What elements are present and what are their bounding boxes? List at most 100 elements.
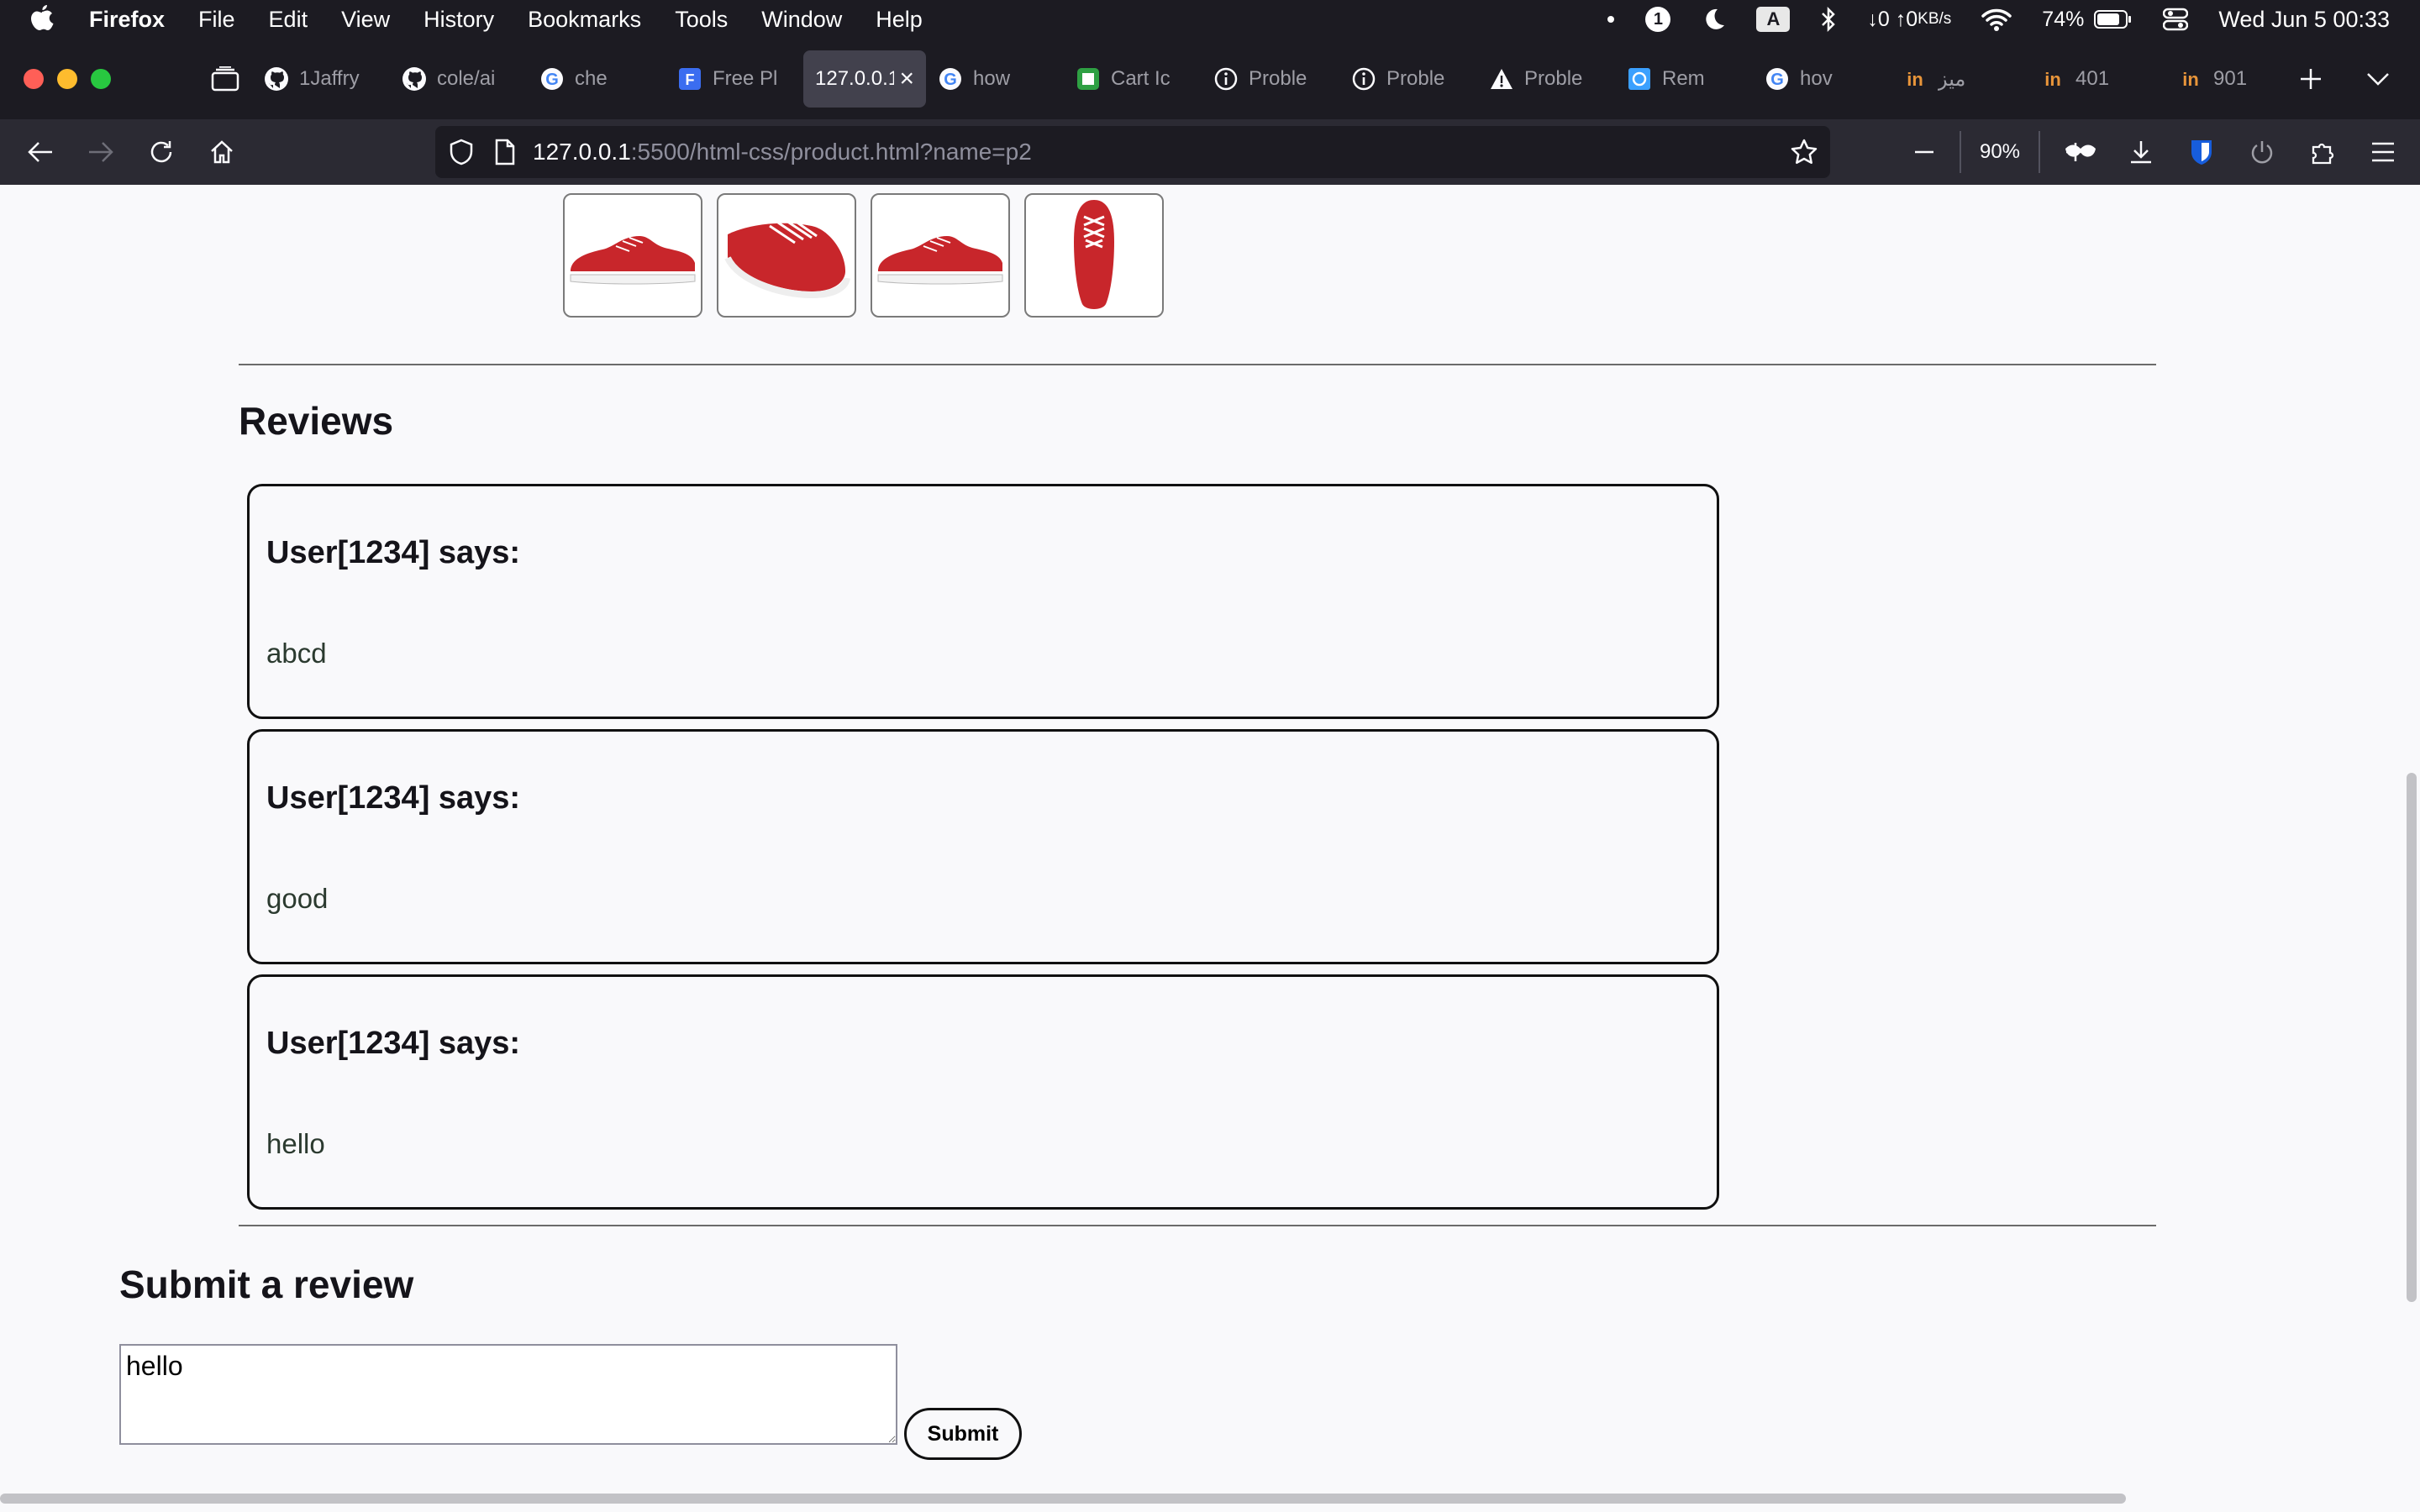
tab-list: 1Jaffry cole/ai G che F Free Pl 127.0.0.…	[252, 50, 2304, 108]
svg-text:in: in	[2044, 69, 2061, 90]
tab-google-search[interactable]: G che	[528, 50, 666, 108]
onepassword-icon[interactable]: 1	[1645, 7, 1671, 32]
net-unit: KB/s	[1918, 10, 1952, 28]
bookmark-star-icon[interactable]	[1790, 138, 1818, 166]
tab-cart-icon[interactable]: Cart Ic	[1064, 50, 1202, 108]
tab-google-hov[interactable]: G hov	[1753, 50, 1891, 108]
battery-percent: 74%	[2042, 7, 2085, 31]
tab-label: Proble	[1524, 67, 1583, 90]
back-arrow-icon[interactable]	[17, 129, 64, 176]
forward-arrow-icon[interactable]	[77, 129, 124, 176]
menu-edit[interactable]: Edit	[269, 7, 308, 33]
tab-label: che	[575, 67, 608, 90]
thumbnail-sneaker-top[interactable]	[1024, 193, 1164, 318]
tab-label: 1Jaffry	[299, 67, 360, 90]
url-text[interactable]: 127.0.0.1:5500/html-css/product.html?nam…	[533, 139, 1032, 165]
close-window-button[interactable]	[24, 69, 44, 89]
red-sneaker-side-2-icon	[877, 236, 1003, 285]
menu-help[interactable]: Help	[876, 7, 923, 33]
tab-rem[interactable]: Rem	[1615, 50, 1753, 108]
wifi-icon[interactable]	[1981, 8, 2012, 31]
site-icon: in	[2178, 66, 2203, 92]
info-icon	[1213, 66, 1239, 92]
tab-problem-1[interactable]: Proble	[1202, 50, 1339, 108]
power-icon[interactable]	[2238, 129, 2286, 176]
tab-label: Rem	[1662, 67, 1705, 90]
tab-label: Cart Ic	[1111, 67, 1171, 90]
page-info-icon[interactable]	[494, 139, 516, 165]
bluetooth-icon[interactable]	[1820, 6, 1837, 33]
close-tab-icon[interactable]: ×	[899, 65, 914, 93]
menu-history[interactable]: History	[424, 7, 494, 33]
home-icon[interactable]	[198, 129, 245, 176]
review-author: User[1234] says:	[266, 780, 521, 816]
net-up-value: ↑0	[1895, 7, 1918, 31]
red-sneaker-top-icon	[1074, 200, 1114, 309]
thumbnail-sneaker-side[interactable]	[563, 193, 702, 318]
vertical-scrollbar[interactable]	[2407, 773, 2417, 1302]
submit-button[interactable]: Submit	[904, 1408, 1022, 1460]
tab-problem-3[interactable]: Proble	[1477, 50, 1615, 108]
site-icon	[1627, 66, 1652, 92]
tab-label: how	[973, 67, 1011, 90]
dot-indicator-icon	[1607, 15, 1615, 24]
tab-freepik[interactable]: F Free Pl	[666, 50, 803, 108]
divider	[239, 1225, 2156, 1226]
net-down-value: ↓0	[1867, 7, 1890, 31]
menubar-status-area: 1 A ↓0 ↑0 KB/s 74% Wed Jun 5 00:33	[1576, 0, 2390, 39]
hamburger-menu-icon[interactable]	[2360, 129, 2407, 176]
menu-window[interactable]: Window	[761, 7, 842, 33]
tracking-protection-shield-icon[interactable]	[449, 139, 474, 165]
cart-site-icon	[1076, 66, 1101, 92]
review-card: User[1234] says: abcd	[247, 484, 1719, 719]
thumbnail-sneaker-side-2[interactable]	[871, 193, 1010, 318]
private-mask-icon[interactable]	[2057, 129, 2104, 176]
zoom-window-button[interactable]	[91, 69, 111, 89]
tab-label: Free Pl	[713, 67, 778, 90]
macos-menubar: Firefox File Edit View History Bookmarks…	[0, 0, 2420, 39]
svg-text:F: F	[686, 71, 695, 88]
input-source-icon[interactable]: A	[1756, 7, 1791, 32]
moon-icon[interactable]	[1701, 7, 1726, 32]
extensions-puzzle-icon[interactable]	[2299, 129, 2346, 176]
menu-app-firefox[interactable]: Firefox	[89, 7, 165, 33]
tab-label: میز	[1938, 67, 1966, 91]
zoom-out-minus-icon[interactable]	[1901, 129, 1948, 176]
network-speed[interactable]: ↓0 ↑0 KB/s	[1867, 8, 1951, 32]
minimize-window-button[interactable]	[57, 69, 77, 89]
menu-file[interactable]: File	[198, 7, 235, 33]
tab-google-how[interactable]: G how	[926, 50, 1064, 108]
menu-view[interactable]: View	[341, 7, 390, 33]
url-bar[interactable]: 127.0.0.1:5500/html-css/product.html?nam…	[435, 126, 1830, 178]
zoom-level-reset[interactable]: 90%	[1960, 131, 2040, 173]
red-sneaker-angle-icon	[724, 219, 850, 299]
tab-site-401[interactable]: in 401	[2028, 50, 2166, 108]
firefox-view-icon[interactable]	[208, 62, 242, 96]
control-center-icon[interactable]	[2163, 8, 2189, 31]
product-thumbnails	[563, 193, 1178, 318]
svg-text:in: in	[1907, 69, 1923, 90]
battery-icon[interactable]	[2094, 9, 2133, 29]
google-icon: G	[539, 66, 565, 92]
tab-localhost-active[interactable]: 127.0.0.1 ×	[803, 50, 926, 108]
tab-github-cole[interactable]: cole/ai	[390, 50, 528, 108]
tab-site-a[interactable]: in میز	[1891, 50, 2028, 108]
menu-bookmarks[interactable]: Bookmarks	[528, 7, 641, 33]
review-textarea[interactable]: hello	[119, 1344, 897, 1445]
menu-tools[interactable]: Tools	[675, 7, 728, 33]
review-card: User[1234] says: good	[247, 729, 1719, 964]
apple-logo-icon[interactable]	[30, 5, 55, 34]
tab-problem-2[interactable]: Proble	[1339, 50, 1477, 108]
thumbnail-sneaker-angle[interactable]	[717, 193, 856, 318]
tab-site-901[interactable]: in 901	[2166, 50, 2304, 108]
downloads-icon[interactable]	[2118, 129, 2165, 176]
reload-icon[interactable]	[138, 129, 185, 176]
tab-label: 901	[2213, 67, 2248, 90]
horizontal-scrollbar[interactable]	[0, 1494, 2126, 1504]
clock-datetime[interactable]: Wed Jun 5 00:33	[2218, 7, 2390, 33]
new-tab-plus-icon[interactable]	[2286, 54, 2336, 104]
list-all-tabs-chevron-icon[interactable]	[2353, 54, 2403, 104]
tab-github-1jaffry[interactable]: 1Jaffry	[252, 50, 390, 108]
google-icon: G	[1765, 66, 1790, 92]
bitwarden-shield-icon[interactable]	[2178, 129, 2225, 176]
